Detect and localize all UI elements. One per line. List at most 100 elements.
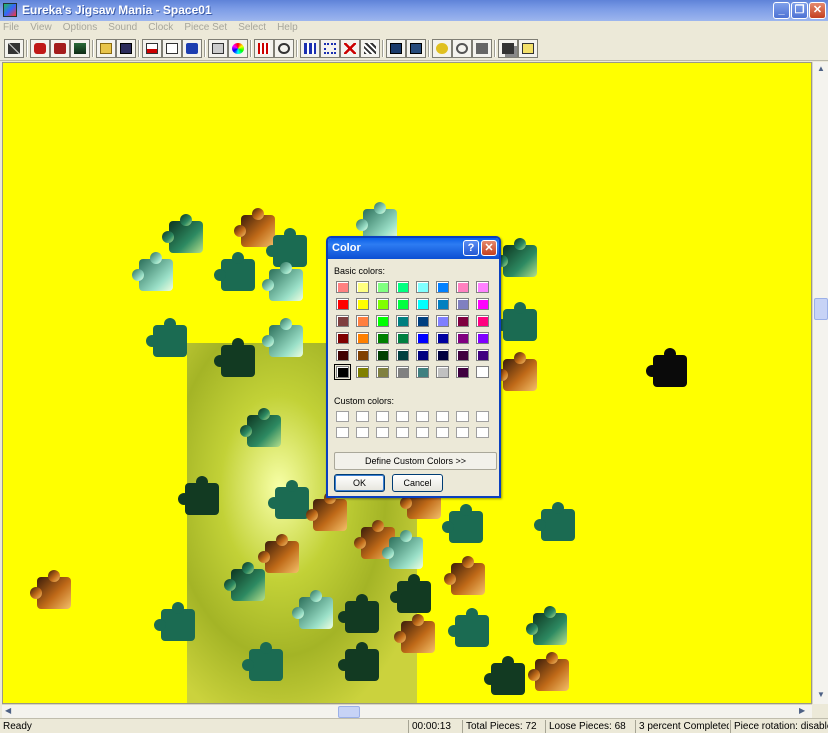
scroll-up-icon[interactable]: ▲ [817, 64, 825, 73]
custom-color-swatch[interactable] [336, 427, 349, 438]
scroll-left-icon[interactable]: ◀ [5, 706, 11, 715]
puzzle-piece[interactable] [268, 480, 309, 519]
puzzle-piece[interactable] [394, 614, 435, 653]
shuffle-icon[interactable] [254, 39, 274, 58]
color-swatch[interactable] [456, 315, 469, 327]
vertical-scrollbar[interactable]: ▲ ▼ [812, 62, 828, 704]
ok-button[interactable]: OK [334, 474, 385, 492]
menu-select[interactable]: Select [235, 21, 269, 34]
scatter-icon[interactable] [360, 39, 380, 58]
custom-color-swatch[interactable] [376, 427, 389, 438]
color-dialog-titlebar[interactable]: Color ? ✕ [328, 238, 499, 259]
puzzle-piece[interactable] [496, 238, 537, 277]
puzzle-piece[interactable] [162, 214, 203, 253]
menu-piece-set[interactable]: Piece Set [181, 21, 230, 34]
menu-clock[interactable]: Clock [145, 21, 176, 34]
menu-help[interactable]: Help [274, 21, 301, 34]
save-icon[interactable] [116, 39, 136, 58]
puzzle-piece[interactable] [146, 318, 187, 357]
color-swatch[interactable] [436, 281, 449, 293]
color-swatch[interactable] [334, 364, 351, 380]
palette-icon[interactable] [208, 39, 228, 58]
puzzle-piece[interactable] [234, 208, 275, 247]
puzzle-piece[interactable] [262, 318, 303, 357]
puzzle-piece[interactable] [178, 476, 219, 515]
custom-color-swatch[interactable] [396, 411, 409, 422]
custom-color-swatch[interactable] [356, 411, 369, 422]
color-swatch[interactable] [436, 366, 449, 378]
scroll-down-icon[interactable]: ▼ [817, 690, 825, 699]
color-swatch[interactable] [476, 366, 489, 378]
custom-color-swatch[interactable] [336, 411, 349, 422]
custom-color-swatch[interactable] [416, 411, 429, 422]
puzzle-piece[interactable] [240, 408, 281, 447]
color-swatch[interactable] [376, 315, 389, 327]
scroll-right-icon[interactable]: ▶ [799, 706, 805, 715]
color-swatch[interactable] [456, 298, 469, 310]
close-button[interactable]: ✕ [809, 2, 826, 19]
grid-select-icon[interactable] [320, 39, 340, 58]
color-swatch[interactable] [336, 315, 349, 327]
color-swatch[interactable] [416, 315, 429, 327]
puzzle-piece[interactable] [30, 570, 71, 609]
custom-color-swatch[interactable] [436, 427, 449, 438]
image-icon[interactable] [70, 39, 90, 58]
copy-icon[interactable] [498, 39, 518, 58]
puzzle-piece[interactable] [154, 602, 195, 641]
color-swatch[interactable] [416, 298, 429, 310]
puzzle-piece[interactable] [306, 492, 347, 531]
color-swatch[interactable] [336, 281, 349, 293]
puzzle-piece[interactable] [338, 594, 379, 633]
color-swatch[interactable] [356, 332, 369, 344]
puzzle-piece[interactable] [496, 352, 537, 391]
color-swatch[interactable] [436, 332, 449, 344]
puzzle-piece[interactable] [224, 562, 265, 601]
color-swatch[interactable] [476, 332, 489, 344]
color-swatch[interactable] [476, 281, 489, 293]
puzzle-piece[interactable] [132, 252, 173, 291]
color-swatch[interactable] [396, 298, 409, 310]
puzzle-piece[interactable] [266, 228, 307, 267]
puzzle-piece[interactable] [496, 302, 537, 341]
color-swatch[interactable] [356, 349, 369, 361]
menu-view[interactable]: View [27, 21, 55, 34]
color-swatch[interactable] [456, 281, 469, 293]
puzzle-piece[interactable] [390, 574, 431, 613]
color-swatch[interactable] [456, 366, 469, 378]
color-swatch[interactable] [376, 298, 389, 310]
color-swatch[interactable] [356, 315, 369, 327]
puzzle-piece[interactable] [338, 642, 379, 681]
color-swatch[interactable] [476, 298, 489, 310]
open-folder-icon[interactable] [96, 39, 116, 58]
puzzle-piece[interactable] [646, 348, 687, 387]
menu-file[interactable]: File [0, 21, 22, 34]
horizontal-scroll-thumb[interactable] [338, 706, 360, 718]
custom-color-swatch[interactable] [436, 411, 449, 422]
speaker-icon[interactable] [472, 39, 492, 58]
color-swatch[interactable] [396, 281, 409, 293]
puzzle-piece[interactable] [382, 530, 423, 569]
color-swatch[interactable] [356, 366, 369, 378]
color-swatch[interactable] [336, 349, 349, 361]
color-swatch[interactable] [396, 366, 409, 378]
color-swatch[interactable] [376, 281, 389, 293]
puzzle-piece[interactable] [442, 504, 483, 543]
color-swatch[interactable] [356, 298, 369, 310]
color-swatch[interactable] [376, 366, 389, 378]
color-wheel-icon[interactable] [228, 39, 248, 58]
display-alt-icon[interactable] [406, 39, 426, 58]
custom-color-swatch[interactable] [456, 427, 469, 438]
color-swatch[interactable] [436, 349, 449, 361]
puzzle-piece[interactable] [292, 590, 333, 629]
custom-color-swatch[interactable] [476, 411, 489, 422]
clock-timer-icon[interactable] [274, 39, 294, 58]
custom-color-swatch[interactable] [376, 411, 389, 422]
define-custom-colors-button[interactable]: Define Custom Colors >> [334, 452, 497, 470]
delete-icon[interactable] [340, 39, 360, 58]
puzzle-red-icon[interactable] [30, 39, 50, 58]
custom-color-swatch[interactable] [416, 427, 429, 438]
puzzle-piece[interactable] [526, 606, 567, 645]
menu-options[interactable]: Options [60, 21, 100, 34]
horizontal-scrollbar[interactable]: ◀ ▶ [2, 704, 812, 718]
color-swatch[interactable] [416, 332, 429, 344]
